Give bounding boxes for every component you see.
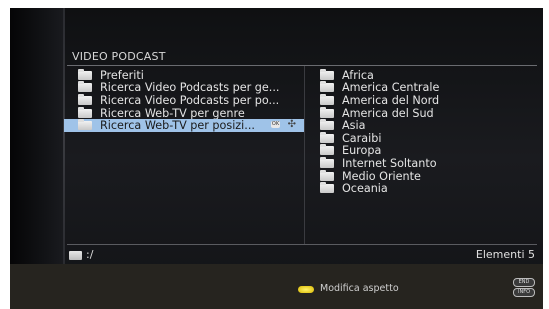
folder-icon [320,93,334,105]
list-item-label: Ricerca Video Podcasts per ge... [100,81,280,95]
list-item[interactable]: Europa [314,144,534,158]
yellow-key-icon [298,286,314,293]
page-title: VIDEO PODCAST [72,50,166,63]
end-key-icon[interactable]: END [513,278,535,287]
list-item-label: Asia [342,119,366,133]
list-item-label: Ricerca Video Podcasts per po... [100,93,280,107]
item-count: Elementi 5 [475,248,535,261]
folder-icon [320,182,334,194]
list-item[interactable]: Africa [314,68,534,82]
folder-icon [320,156,334,168]
status-divider [67,244,537,245]
folder-icon [320,169,334,181]
list-item-preferiti[interactable]: Preferiti [64,68,304,82]
folder-icon [320,144,334,156]
list-item-video-podcasts-position[interactable]: Ricerca Video Podcasts per po... [64,93,304,107]
footer-bar: Modifica aspetto END INFO [10,264,543,309]
folder-icon [320,119,334,131]
list-item[interactable]: America Centrale [314,81,534,95]
list-item[interactable]: America del Nord [314,93,534,107]
header-divider [67,65,537,66]
tv-screen: VIDEO PODCAST Preferiti Ricerca Video Po… [10,8,543,309]
list-item[interactable]: Internet Soltanto [314,156,534,170]
list-item-label: Europa [342,144,382,158]
list-item-label: Caraibi [342,131,382,145]
list-item-label: Ricerca Web-TV per genre [100,106,245,120]
list-item[interactable]: Oceania [314,182,534,195]
list-item[interactable]: Caraibi [314,131,534,145]
left-shade-panel [10,8,65,268]
list-item-label: Internet Soltanto [342,156,437,170]
list-item-label: Oceania [342,182,388,196]
list-item-label: America del Sud [342,106,434,120]
change-view-hint[interactable]: Modifica aspetto [320,283,399,294]
list-item-label: Preferiti [100,68,144,82]
region-list: Africa America Centrale America del Nord… [314,68,534,195]
list-item[interactable]: Medio Oriente [314,169,534,183]
folder-icon [78,119,92,131]
folder-icon [69,251,82,260]
info-key-icon[interactable]: INFO [513,288,535,297]
folder-icon [78,106,92,118]
folder-icon [320,81,334,93]
folder-icon [78,81,92,93]
list-item-video-podcasts-genre[interactable]: Ricerca Video Podcasts per ge... [64,81,304,95]
category-list: Preferiti Ricerca Video Podcasts per ge.… [64,68,304,132]
folder-icon [320,106,334,118]
list-item[interactable]: Asia [314,119,534,132]
list-item-label: America Centrale [342,81,440,95]
list-item-label: Medio Oriente [342,169,421,183]
folder-icon [78,93,92,105]
folder-icon [320,68,334,80]
list-item-webtv-position[interactable]: Ricerca Web-TV per posizi... OK ✣ [64,119,304,132]
column-divider [304,66,305,244]
list-item-label: America del Nord [342,93,440,107]
folder-icon [320,131,334,143]
list-item-webtv-genre[interactable]: Ricerca Web-TV per genre [64,106,304,120]
ok-button-icon: OK [271,121,280,129]
dpad-navigation-icon: ✣ [287,119,296,131]
folder-icon [78,68,92,80]
list-item[interactable]: America del Sud [314,106,534,120]
current-path: :/ [86,248,94,261]
list-item-label: Ricerca Web-TV per posizi... [100,119,255,133]
list-item-label: Africa [342,68,374,82]
